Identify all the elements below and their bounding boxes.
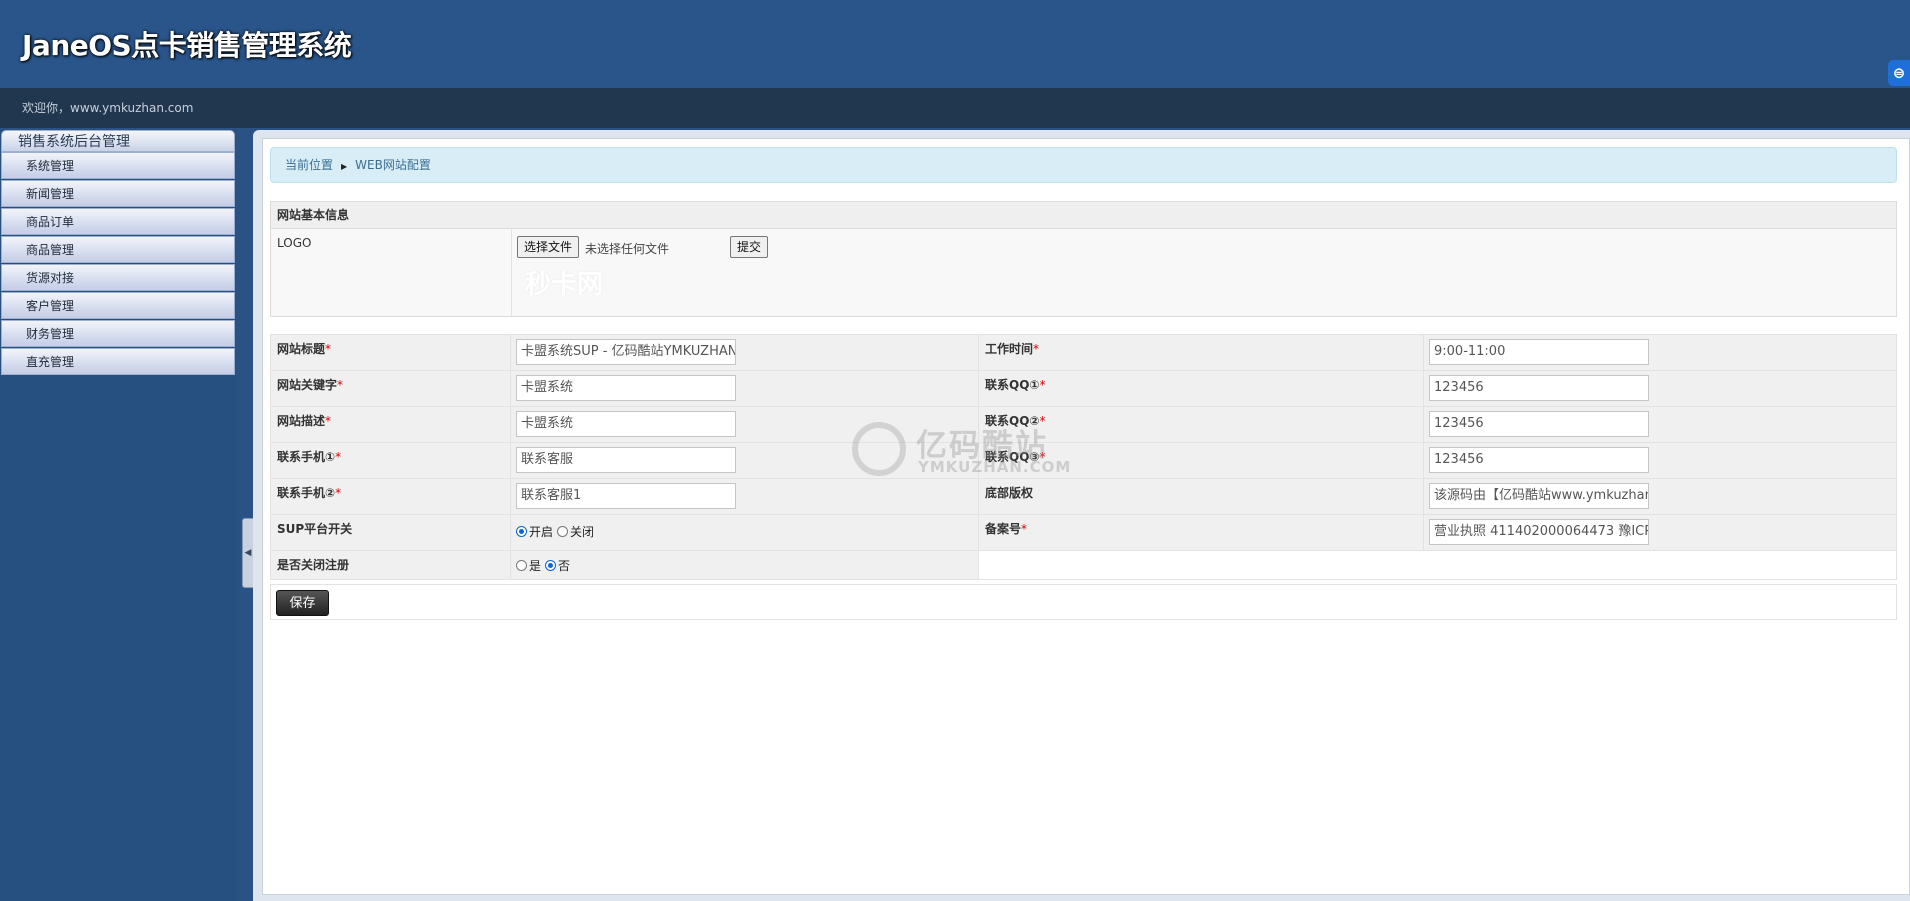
- form-row: 是否关闭注册 是 否: [270, 550, 1897, 580]
- sup-on-radio[interactable]: [516, 526, 527, 537]
- sup-off-radio[interactable]: [557, 526, 569, 537]
- label-site-title: 网站标题*: [270, 334, 511, 371]
- sidebar-item-system[interactable]: 系统管理: [1, 152, 235, 179]
- label-work-time: 工作时间*: [978, 334, 1424, 371]
- site-keywords-input[interactable]: 卡盟系统: [516, 375, 736, 401]
- site-title-input[interactable]: 卡盟系统SUP - 亿码酷站YMKUZHAN: [516, 339, 736, 365]
- label-close-register: 是否关闭注册: [270, 550, 511, 580]
- sidebar-item-finance[interactable]: 财务管理: [1, 320, 235, 347]
- logo-section: 网站基本信息 LOGO 选择文件 未选择任何文件 提交 秒卡网: [270, 201, 1897, 317]
- choose-file-button[interactable]: 选择文件: [517, 236, 580, 258]
- breadcrumb-location[interactable]: 当前位置: [285, 158, 333, 172]
- label-site-keywords: 网站关键字*: [270, 370, 511, 407]
- qq1-input[interactable]: 123456: [1429, 375, 1649, 401]
- label-phone2: 联系手机②*: [270, 478, 511, 515]
- app-title: JaneOS点卡销售管理系统: [22, 29, 352, 62]
- chevron-left-icon: ◀: [244, 548, 252, 558]
- label-qq2: 联系QQ②*: [978, 406, 1424, 443]
- form-row: 网站标题* 卡盟系统SUP - 亿码酷站YMKUZHAN 工作时间* 9:00-…: [270, 334, 1897, 371]
- label-site-desc: 网站描述*: [270, 406, 511, 443]
- save-row: 保存: [270, 584, 1897, 620]
- copyright-input[interactable]: 该源码由【亿码酷站www.ymkuzhan.com】: [1429, 483, 1649, 509]
- section-title: 网站基本信息: [271, 202, 1896, 229]
- register-yes-radio[interactable]: [516, 560, 527, 571]
- sidebar-header: 销售系统后台管理: [1, 130, 235, 152]
- breadcrumb: 当前位置 ▶ WEB网站配置: [270, 147, 1897, 183]
- label-qq3: 联系QQ③*: [978, 442, 1424, 479]
- radio-label: 否: [558, 559, 571, 573]
- form-row: 联系手机①* 联系客服 联系QQ③* 123456: [270, 442, 1897, 479]
- submit-logo-button[interactable]: 提交: [730, 236, 769, 258]
- register-no-radio[interactable]: [545, 560, 557, 571]
- qq2-input[interactable]: 123456: [1429, 411, 1649, 437]
- phone1-input[interactable]: 联系客服: [516, 447, 736, 473]
- divider: [511, 228, 512, 316]
- breadcrumb-current[interactable]: WEB网站配置: [355, 158, 431, 172]
- logo-label: LOGO: [277, 236, 312, 250]
- welcome-text: 欢迎你，www.ymkuzhan.com: [22, 101, 194, 115]
- file-status: 未选择任何文件: [585, 242, 670, 256]
- form-row: SUP平台开关 开启 关闭 备案号* 营业执照 411402000064473 …: [270, 514, 1897, 551]
- form-row: 联系手机②* 联系客服1 底部版权 该源码由【亿码酷站www.ymkuzhan.…: [270, 478, 1897, 515]
- radio-label: 开启: [529, 525, 554, 539]
- sidebar: 销售系统后台管理 系统管理 新闻管理 商品订单 商品管理 货源对接 客户管理 财…: [0, 130, 236, 901]
- top-header: JaneOS点卡销售管理系统 ⊜: [0, 0, 1910, 88]
- logo-preview: 秒卡网: [525, 270, 604, 300]
- settings-form: 网站标题* 卡盟系统SUP - 亿码酷站YMKUZHAN 工作时间* 9:00-…: [270, 334, 1897, 580]
- sidebar-item-supply[interactable]: 货源对接: [1, 264, 235, 291]
- form-row: 网站描述* 卡盟系统 联系QQ②* 123456: [270, 406, 1897, 443]
- sidebar-item-recharge[interactable]: 直充管理: [1, 348, 235, 375]
- form-row: 网站关键字* 卡盟系统 联系QQ①* 123456: [270, 370, 1897, 407]
- radio-label: 关闭: [570, 525, 595, 539]
- radio-label: 是: [529, 559, 542, 573]
- label-phone1: 联系手机①*: [270, 442, 511, 479]
- sidebar-item-products[interactable]: 商品管理: [1, 236, 235, 263]
- label-qq1: 联系QQ①*: [978, 370, 1424, 407]
- caret-right-icon: ▶: [341, 162, 348, 171]
- qq3-input[interactable]: 123456: [1429, 447, 1649, 473]
- label-icp: 备案号*: [978, 514, 1424, 551]
- icp-input[interactable]: 营业执照 411402000064473 豫ICP备: [1429, 519, 1649, 545]
- label-sup-switch: SUP平台开关: [270, 514, 511, 551]
- phone2-input[interactable]: 联系客服1: [516, 483, 736, 509]
- save-button[interactable]: 保存: [276, 590, 329, 616]
- site-desc-input[interactable]: 卡盟系统: [516, 411, 736, 437]
- floating-tool-icon[interactable]: ⊜: [1888, 60, 1910, 86]
- sidebar-item-news[interactable]: 新闻管理: [1, 180, 235, 207]
- label-copyright: 底部版权: [978, 478, 1424, 515]
- work-time-input[interactable]: 9:00-11:00: [1429, 339, 1649, 365]
- sidebar-item-customers[interactable]: 客户管理: [1, 292, 235, 319]
- sidebar-item-orders[interactable]: 商品订单: [1, 208, 235, 235]
- welcome-bar: 欢迎你，www.ymkuzhan.com: [0, 88, 1910, 128]
